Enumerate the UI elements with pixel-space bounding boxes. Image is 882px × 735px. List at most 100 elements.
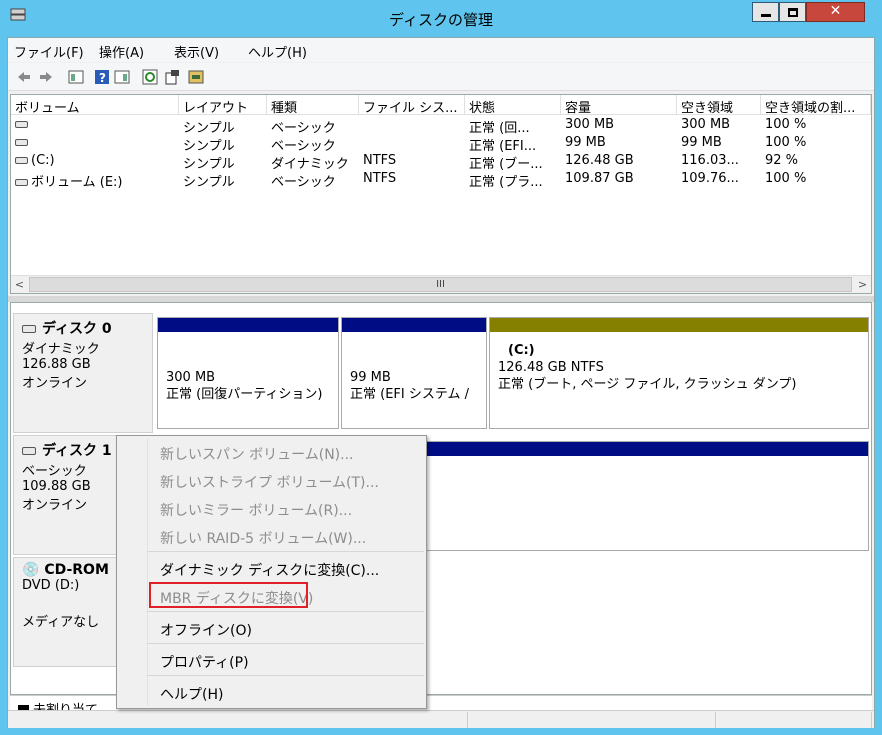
cell-free-space: 116.03... [681,153,739,168]
minimize-button[interactable] [752,2,779,22]
table-row[interactable] [15,117,31,132]
partition-status: 正常 (EFI システム / [350,387,469,402]
column-header-free-space[interactable]: 空き領域 [677,95,761,115]
cell-capacity: 300 MB [565,117,615,132]
column-header-volume[interactable]: ボリューム [11,95,179,115]
forward-icon[interactable] [38,69,54,85]
menu-offline[interactable]: オフライン(O) [118,614,425,642]
maximize-button[interactable] [779,2,806,22]
disk-icon [22,325,36,333]
cell-free-space: 109.76... [681,171,739,186]
panel-icon[interactable] [114,69,130,85]
cell-status: 正常 (プラ... [469,175,543,190]
cell-filesystem: NTFS [363,153,397,168]
volume-icon [15,139,28,146]
cell-free-space: 300 MB [681,117,731,132]
cell-layout: シンプル [183,121,235,136]
partition-c[interactable]: (C:) 126.48 GB NTFS 正常 (ブート, ページ ファイル, クラッ… [489,317,869,429]
table-row[interactable]: ボリューム (E:) [15,171,122,190]
status-cell [468,712,716,728]
cell-free-space: 99 MB [681,135,722,150]
close-button[interactable]: ✕ [806,2,865,22]
maximize-icon [788,8,798,17]
menu-help[interactable]: ヘルプ(H) [248,42,307,61]
cell-free-percent: 92 % [765,153,799,168]
column-header-free-percent[interactable]: 空き領域の割... [761,95,871,115]
menu-action[interactable]: 操作(A) [99,42,144,61]
volume-list[interactable]: ボリューム レイアウト 種類 ファイル シス... 状態 容量 空き領域 空き領… [10,94,872,294]
status-cell [716,712,872,728]
partition-bar [158,318,338,332]
cell-type: ベーシック [271,175,336,190]
menu-separator [147,551,424,552]
disk-wizard-icon[interactable] [188,69,204,85]
svg-text:?: ? [99,71,106,85]
partition-size: 126.48 GB NTFS [498,360,604,375]
menu-new-striped-volume[interactable]: 新しいストライプ ボリューム(T)... [118,466,425,494]
window-title: ディスクの管理 [389,11,493,29]
menu-new-raid5-volume[interactable]: 新しい RAID-5 ボリューム(W)... [118,522,425,550]
toolbar: ? [8,63,874,91]
menu-separator [147,675,424,676]
title-bar[interactable]: ディスクの管理 ✕ [0,0,882,36]
cdrom-icon: 💿 [22,562,40,578]
table-row[interactable]: (C:) [15,153,55,168]
cell-free-percent: 100 % [765,171,807,186]
cell-layout: シンプル [183,157,235,172]
menu-file[interactable]: ファイル(F) [14,42,84,61]
scroll-right-icon[interactable]: > [854,277,871,293]
partition-bar [342,318,486,332]
menu-properties[interactable]: プロパティ(P) [118,646,425,674]
scroll-left-icon[interactable]: < [11,277,28,293]
list-view-icon[interactable] [68,69,84,85]
partition-efi[interactable]: 99 MB 正常 (EFI システム / [341,317,487,429]
cell-filesystem: NTFS [363,171,397,186]
cell-type: ダイナミック [271,157,349,172]
menu-convert-to-mbr[interactable]: MBR ディスクに変換(V) [118,582,425,610]
partition-title: (C:) [508,343,535,358]
back-icon[interactable] [16,69,32,85]
disk-icon [22,447,36,455]
disk-0-label[interactable]: ディスク 0 ダイナミック 126.88 GB オンライン [13,313,153,433]
column-header-status[interactable]: 状態 [465,95,561,115]
disk-0-size: 126.88 GB [22,357,91,372]
cell-layout: シンプル [183,175,235,190]
menu-new-spanned-volume[interactable]: 新しいスパン ボリューム(N)... [118,438,425,466]
column-header-filesystem[interactable]: ファイル シス... [359,95,465,115]
status-cell [8,712,468,728]
disk-0-status: オンライン [22,376,88,391]
partition-size: 99 MB [350,370,391,385]
menu-separator [147,611,424,612]
partition-bar [490,318,868,332]
cell-type: ベーシック [271,139,336,154]
scroll-thumb[interactable]: III [29,277,852,292]
partition-recovery[interactable]: 300 MB 正常 (回復パーティション) [157,317,339,429]
horizontal-scrollbar[interactable]: < III > [11,275,871,293]
refresh-icon[interactable] [142,69,158,85]
column-header-capacity[interactable]: 容量 [561,95,677,115]
minimize-icon [761,14,771,17]
column-header-layout[interactable]: レイアウト [179,95,267,115]
help-icon[interactable]: ? [94,69,110,85]
volume-icon [15,121,28,128]
partition-size: 300 MB [166,370,216,385]
properties-icon[interactable] [164,69,180,85]
partition-status: 正常 (ブート, ページ ファイル, クラッシュ ダンプ) [498,377,797,392]
menu-view[interactable]: 表示(V) [174,42,219,61]
status-bar [8,710,874,728]
cell-capacity: 109.87 GB [565,171,634,186]
cell-capacity: 99 MB [565,135,606,150]
menu-new-mirrored-volume[interactable]: 新しいミラー ボリューム(R)... [118,494,425,522]
table-row[interactable] [15,135,31,150]
disk-management-window: ディスクの管理 ✕ ファイル(F) 操作(A) 表示(V) ヘルプ(H) ? ボ… [0,0,882,735]
volume-icon [15,157,28,164]
menu-separator [147,643,424,644]
column-header-type[interactable]: 種類 [267,95,359,115]
menu-bar: ファイル(F) 操作(A) 表示(V) ヘルプ(H) [8,38,874,62]
cell-status: 正常 (回... [469,121,530,136]
context-menu: 新しいスパン ボリューム(N)... 新しいストライプ ボリューム(T)... … [116,435,427,709]
disk-0-type: ダイナミック [22,342,100,357]
menu-help[interactable]: ヘルプ(H) [118,678,425,706]
cell-status: 正常 (ブー... [469,157,543,172]
menu-convert-to-dynamic[interactable]: ダイナミック ディスクに変換(C)... [118,554,425,582]
